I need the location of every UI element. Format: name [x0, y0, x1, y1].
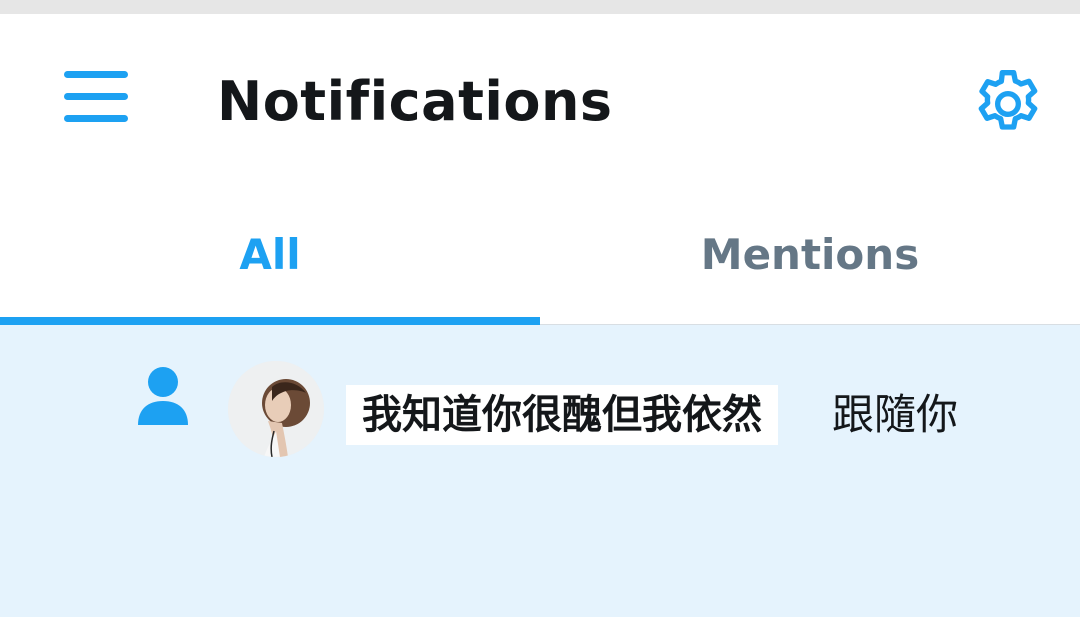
notification-list: 我知道你很醜但我依然 跟隨你	[0, 325, 1080, 617]
tab-all-label: All	[239, 229, 301, 279]
notification-user-name[interactable]: 我知道你很醜但我依然	[346, 385, 778, 445]
active-tab-indicator	[0, 317, 540, 325]
notification-tabs: All Mentions	[0, 184, 1080, 325]
menu-button[interactable]	[56, 60, 136, 140]
settings-button[interactable]	[968, 64, 1048, 144]
hamburger-menu-icon	[64, 71, 128, 122]
app-header: Notifications	[0, 14, 1080, 184]
user-avatar[interactable]	[228, 361, 324, 457]
tab-mentions-label: Mentions	[700, 229, 920, 279]
person-icon	[138, 367, 188, 425]
status-bar-strip	[0, 0, 1080, 14]
tab-all[interactable]: All	[0, 184, 540, 324]
page-title: Notifications	[217, 70, 613, 133]
notification-action-text: 跟隨你	[832, 390, 959, 439]
avatar-image	[228, 361, 324, 457]
notification-item[interactable]: 我知道你很醜但我依然 跟隨你	[0, 325, 1080, 617]
tab-mentions[interactable]: Mentions	[540, 184, 1080, 324]
gear-icon	[978, 70, 1038, 130]
